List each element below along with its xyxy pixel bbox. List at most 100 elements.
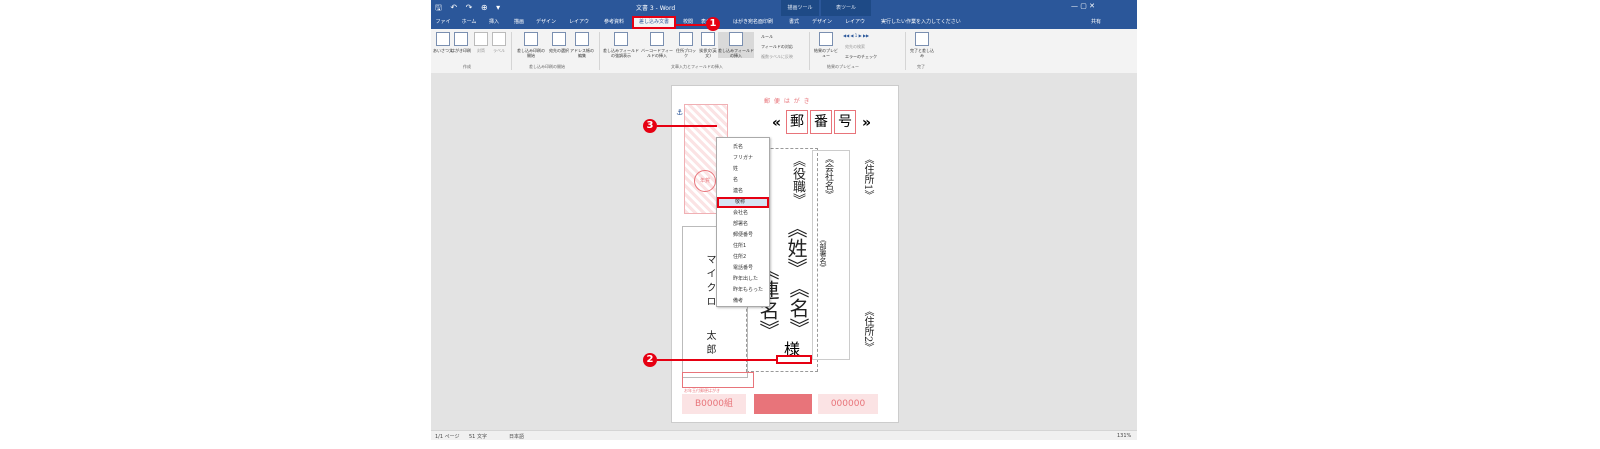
title-bar: 🖫 ↶ ↷ ⊕ ▾ 文書 3 - Word 描画ツール 表ツール — ▢ ✕ bbox=[431, 0, 1137, 16]
callout-3: 3 bbox=[643, 119, 657, 133]
tab-format[interactable]: 書式 bbox=[783, 16, 805, 29]
window-controls[interactable]: — ▢ ✕ bbox=[1071, 2, 1095, 10]
callout-1: 1 bbox=[706, 17, 720, 31]
find-recipient-command[interactable]: 宛先の検索 bbox=[845, 44, 865, 50]
tab-draw[interactable]: 描画 bbox=[511, 16, 527, 29]
group-label-fields: 文章入力とフィールドの挿入 bbox=[671, 64, 723, 69]
highlight-fields-button[interactable]: 差し込みフィールドの強調表示 bbox=[603, 32, 639, 58]
tab-layout[interactable]: レイアウト bbox=[567, 16, 591, 38]
postcard-page: 郵 便 は が き ⚓ 年賀 « 郵 番 号 » マイクロ 太郎 《役職》 《姓… bbox=[671, 85, 899, 423]
greeting-line-icon bbox=[701, 32, 715, 46]
tab-mailings[interactable]: 差し込み文書 bbox=[632, 16, 676, 29]
zoom-level[interactable]: 131% bbox=[1117, 433, 1131, 439]
context-label-table: 表ツール bbox=[821, 0, 871, 16]
record-nav[interactable]: ◀◀ ◀ 1 ▶ ▶▶ bbox=[843, 33, 869, 38]
mail-merge-icon bbox=[524, 32, 538, 46]
ribbon-tabs: ファイル ホーム 挿入 描画 デザイン レイアウト 参考資料 差し込み文書 校閲… bbox=[431, 16, 1137, 38]
page-count[interactable]: 1/1 ページ bbox=[435, 433, 460, 440]
tab-postcard-print[interactable]: はがき宛名面印刷 bbox=[731, 16, 775, 29]
zip-left-mark: « bbox=[772, 115, 782, 131]
field-first-name: 《名》 bbox=[786, 278, 810, 338]
merge-field-item[interactable]: 連名 bbox=[717, 186, 769, 197]
context-label-draw: 描画ツール bbox=[781, 0, 819, 16]
postcard-icon bbox=[454, 32, 468, 46]
tab-table-layout[interactable]: レイアウト bbox=[843, 16, 867, 38]
greeting-line-button[interactable]: 挨拶文(英文) bbox=[697, 32, 719, 58]
merge-field-item[interactable]: 昨年もらった bbox=[717, 285, 769, 296]
tab-table-design[interactable]: デザイン bbox=[811, 16, 833, 29]
address-list-icon bbox=[575, 32, 589, 46]
sender-name: 太郎 bbox=[704, 330, 715, 358]
tell-me-box[interactable]: 実行したい作業を入力してください bbox=[881, 16, 961, 29]
edit-address-list-button[interactable]: アドレス帳の編集 bbox=[569, 32, 595, 58]
greeting-icon bbox=[436, 32, 450, 46]
window-title: 文書 3 - Word bbox=[636, 5, 676, 12]
merge-field-item[interactable]: 会社名 bbox=[717, 208, 769, 219]
document-area: 郵 便 は が き ⚓ 年賀 « 郵 番 号 » マイクロ 太郎 《役職》 《姓… bbox=[431, 73, 1137, 430]
insert-merge-field-button[interactable]: 差し込みフィールドの挿入 bbox=[718, 32, 754, 58]
merge-field-item[interactable]: 部署名 bbox=[717, 219, 769, 230]
anchor-icon: ⚓ bbox=[676, 108, 684, 117]
share-button[interactable]: 共有 bbox=[1091, 16, 1101, 29]
merge-field-item[interactable]: 姓 bbox=[717, 164, 769, 175]
insert-barcode-button[interactable]: バーコードフィールドの挿入 bbox=[641, 32, 673, 58]
field-address1: 《住所1》 bbox=[862, 154, 873, 201]
ribbon-separator bbox=[809, 32, 810, 70]
ribbon-separator bbox=[905, 32, 906, 70]
finish-merge-button[interactable]: 完了と差し込み bbox=[909, 32, 935, 58]
check-errors-command[interactable]: エラーのチェック bbox=[845, 54, 877, 60]
field-title: 《役職》 bbox=[790, 154, 805, 206]
quick-access-toolbar[interactable]: 🖫 ↶ ↷ ⊕ ▾ bbox=[435, 2, 503, 16]
zip-box-3: 号 bbox=[834, 110, 856, 134]
status-bar: 1/1 ページ 51 文字 日本語 131% bbox=[431, 430, 1137, 440]
match-fields-command[interactable]: フィールドの対応 bbox=[761, 44, 793, 50]
merge-field-icon bbox=[729, 32, 743, 46]
envelope-icon bbox=[474, 32, 488, 46]
group-label-create: 作成 bbox=[463, 64, 471, 69]
word-window: 🖫 ↶ ↷ ⊕ ▾ 文書 3 - Word 描画ツール 表ツール — ▢ ✕ フ… bbox=[431, 0, 1137, 440]
language[interactable]: 日本語 bbox=[509, 433, 524, 440]
select-recipients-button[interactable]: 宛先の選択 bbox=[547, 32, 571, 53]
update-labels-command[interactable]: 複数ラベルに反映 bbox=[761, 54, 793, 60]
merge-field-item[interactable]: 電話番号 bbox=[717, 263, 769, 274]
labels-button[interactable]: ラベル bbox=[487, 32, 511, 53]
rules-command[interactable]: ルール bbox=[761, 34, 773, 40]
start-mail-merge-button[interactable]: 差し込み印刷の開始 bbox=[517, 32, 545, 58]
merge-field-item[interactable]: フリガナ bbox=[717, 153, 769, 164]
postcard-header: 郵 便 は が き bbox=[764, 98, 811, 105]
word-count[interactable]: 51 文字 bbox=[469, 433, 487, 440]
zip-box-2: 番 bbox=[810, 110, 832, 134]
merge-field-item[interactable]: 名 bbox=[717, 175, 769, 186]
tab-design[interactable]: デザイン bbox=[535, 16, 557, 29]
tab-file[interactable]: ファイル bbox=[434, 16, 452, 38]
preview-icon bbox=[819, 32, 833, 46]
record-number[interactable]: 1 bbox=[855, 33, 858, 38]
labels-icon bbox=[492, 32, 506, 46]
field-dept: 《部署名》 bbox=[819, 236, 827, 271]
preview-results-button[interactable]: 結果のプレビュー bbox=[813, 32, 839, 58]
lottery-number-box: 000000 bbox=[818, 394, 878, 414]
address-block-button[interactable]: 住所ブロック bbox=[675, 32, 697, 58]
merge-field-item[interactable]: 氏名 bbox=[717, 142, 769, 153]
tab-home[interactable]: ホーム bbox=[461, 16, 477, 29]
merge-field-item[interactable]: 昨年出した bbox=[717, 274, 769, 285]
merge-field-item[interactable]: 郵便番号 bbox=[717, 230, 769, 241]
address-block-icon bbox=[679, 32, 693, 46]
zip-right-mark: » bbox=[862, 115, 872, 131]
zip-box-1: 郵 bbox=[786, 110, 808, 134]
tab-references[interactable]: 参考資料 bbox=[601, 16, 627, 29]
merge-field-item[interactable]: 住所1 bbox=[717, 241, 769, 252]
sender-kana: マイクロ bbox=[704, 254, 715, 310]
group-label-start: 差し込み印刷の開始 bbox=[529, 64, 565, 69]
callout-2: 2 bbox=[643, 353, 657, 367]
merge-field-item[interactable]: 住所2 bbox=[717, 252, 769, 263]
lottery-group-box: B0000組 bbox=[682, 394, 746, 414]
ribbon-separator bbox=[599, 32, 600, 70]
merge-field-item[interactable]: 備考 bbox=[717, 296, 769, 307]
merge-field-item[interactable]: 敬称 bbox=[717, 197, 769, 208]
merge-field-dropdown: 氏名 フリガナ姓名連名 敬称 会社名 部署名 郵便番号 住所1 住所2 電話番号 昨年出した 昨年も… bbox=[716, 137, 770, 307]
tab-insert[interactable]: 挿入 bbox=[487, 16, 501, 29]
new-year-mark: 年賀 bbox=[694, 170, 716, 192]
highlight-icon bbox=[614, 32, 628, 46]
tab-review[interactable]: 校閲 bbox=[681, 16, 695, 29]
